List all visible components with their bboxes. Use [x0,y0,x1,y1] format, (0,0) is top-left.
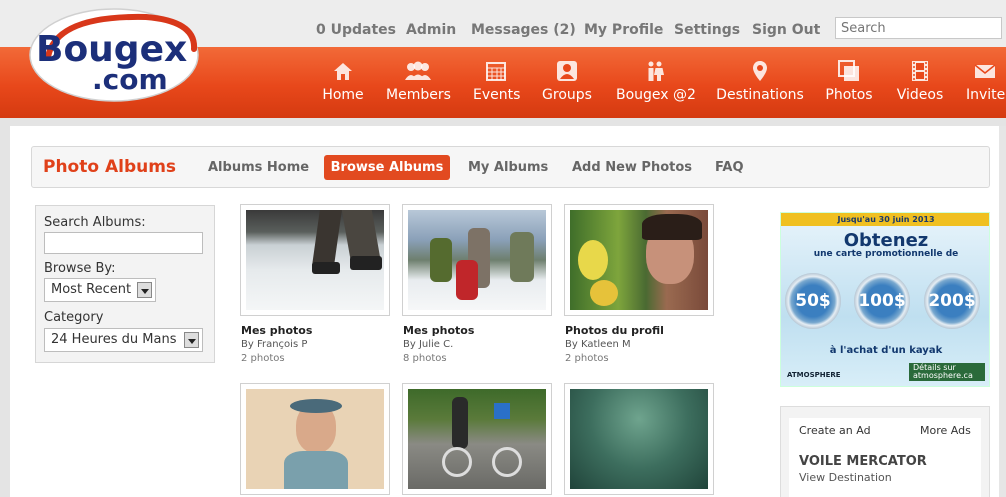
featured-ad-title[interactable]: VOILE MERCATOR [799,454,927,469]
nav-members-label: Members [386,87,451,103]
album-cover-image [246,389,384,489]
album-photo-count: 2 photos [565,353,609,364]
album-cover-image [408,210,546,310]
ad-details-button[interactable]: Détails sur atmosphere.ca [909,363,985,381]
nav-destinations[interactable]: Destinations [716,60,804,110]
album-photo-count: 8 photos [403,353,447,364]
album-owner[interactable]: By Katleen M [565,339,631,350]
nav-events[interactable]: Events [473,60,521,110]
home-icon [334,63,352,80]
nav-home[interactable]: Home [321,60,365,110]
film-icon [912,61,928,81]
browse-albums-tab[interactable]: Browse Albums [324,155,450,180]
album-thumbnail[interactable] [240,204,390,316]
album-owner[interactable]: By Julie C. [403,339,453,350]
album-thumbnail[interactable] [402,383,552,495]
album-cover-image [408,389,546,489]
nav-videos-label: Videos [896,87,944,103]
category-select[interactable]: 24 Heures du Mans [44,328,203,352]
browse-by-select[interactable]: Most Recent [44,278,156,302]
create-ad-link[interactable]: Create an Ad [799,424,871,437]
couple-icon [648,61,664,81]
nav-bougex2[interactable]: Bougex @2 [616,60,696,110]
chevron-down-icon [184,332,199,348]
album-thumbnail[interactable] [240,383,390,495]
album-thumbnail[interactable] [402,204,552,316]
logo-text-sub: .com [92,63,168,96]
photos-icon [838,60,859,81]
nav-videos[interactable]: Videos [895,60,945,110]
sign-out-link[interactable]: Sign Out [752,22,820,38]
ad-amount-200: 200$ [924,273,980,329]
album-title[interactable]: Mes photos [403,324,474,337]
nav-members[interactable]: Members [386,60,451,110]
atmosphere-logo: ATMOSPHERE [787,371,841,379]
nav-bougex2-label: Bougex @2 [616,87,696,103]
album-cover-image [570,210,708,310]
ad-headline: Obtenez [843,230,929,251]
groups-icon [557,61,577,81]
nav-photos[interactable]: Photos [824,60,874,110]
nav-events-label: Events [473,87,521,103]
nav-groups[interactable]: Groups [541,60,593,110]
search-albums-input[interactable] [44,232,203,254]
bougex-logo[interactable]: Bougex .com [26,5,206,105]
album-title[interactable]: Photos du profil [565,324,664,337]
albums-home-link[interactable]: Albums Home [208,160,309,175]
nav-destinations-label: Destinations [716,87,804,103]
ad-date-strip: Jusqu'au 30 juin 2013 [781,213,989,226]
album-cover-image [246,210,384,310]
album-owner[interactable]: By François P [241,339,307,350]
category-label: Category [44,310,104,325]
members-icon [405,61,431,80]
category-value: 24 Heures du Mans [51,332,177,347]
album-photo-count: 2 photos [241,353,285,364]
nav-invite-label: Invite [966,87,1006,103]
album-thumbnail[interactable] [564,204,714,316]
my-albums-link[interactable]: My Albums [468,160,548,175]
envelope-icon [974,64,996,78]
messages-link[interactable]: Messages (2) [471,22,576,38]
nav-photos-label: Photos [825,87,873,103]
admin-link[interactable]: Admin [406,22,456,38]
nav-home-label: Home [322,87,364,103]
view-destination-link[interactable]: View Destination [799,471,892,484]
nav-invite[interactable]: Invite [966,60,1006,110]
kayak-ad-banner[interactable]: Jusqu'au 30 juin 2013 Obtenez une carte … [780,212,990,387]
album-title[interactable]: Mes photos [241,324,312,337]
chevron-down-icon [137,282,152,298]
ad-amount-100: 100$ [854,273,910,329]
my-profile-link[interactable]: My Profile [584,22,663,38]
ad-subline: une carte promotionnelle de [813,249,959,259]
search-albums-label: Search Albums: [44,215,146,230]
album-cover-image [570,389,708,489]
faq-link[interactable]: FAQ [715,160,744,175]
updates-link[interactable]: 0 Updates [316,22,396,38]
more-ads-link[interactable]: More Ads [920,424,971,437]
page-title: Photo Albums [43,157,177,177]
search-input[interactable] [835,17,1002,39]
ad-bottom-line: à l'achat d'un kayak [829,345,943,356]
album-thumbnail[interactable] [564,383,714,495]
nav-groups-label: Groups [542,87,592,103]
calendar-icon [486,62,506,81]
add-new-photos-link[interactable]: Add New Photos [572,160,692,175]
settings-link[interactable]: Settings [674,22,740,38]
page: { "top_links": { "updates": "0 Updates",… [0,0,1006,497]
browse-by-value: Most Recent [51,282,132,297]
ad-amount-50: 50$ [785,273,841,329]
map-pin-icon [753,61,767,81]
browse-by-label: Browse By: [44,261,116,276]
scrollbar[interactable] [999,126,1006,497]
